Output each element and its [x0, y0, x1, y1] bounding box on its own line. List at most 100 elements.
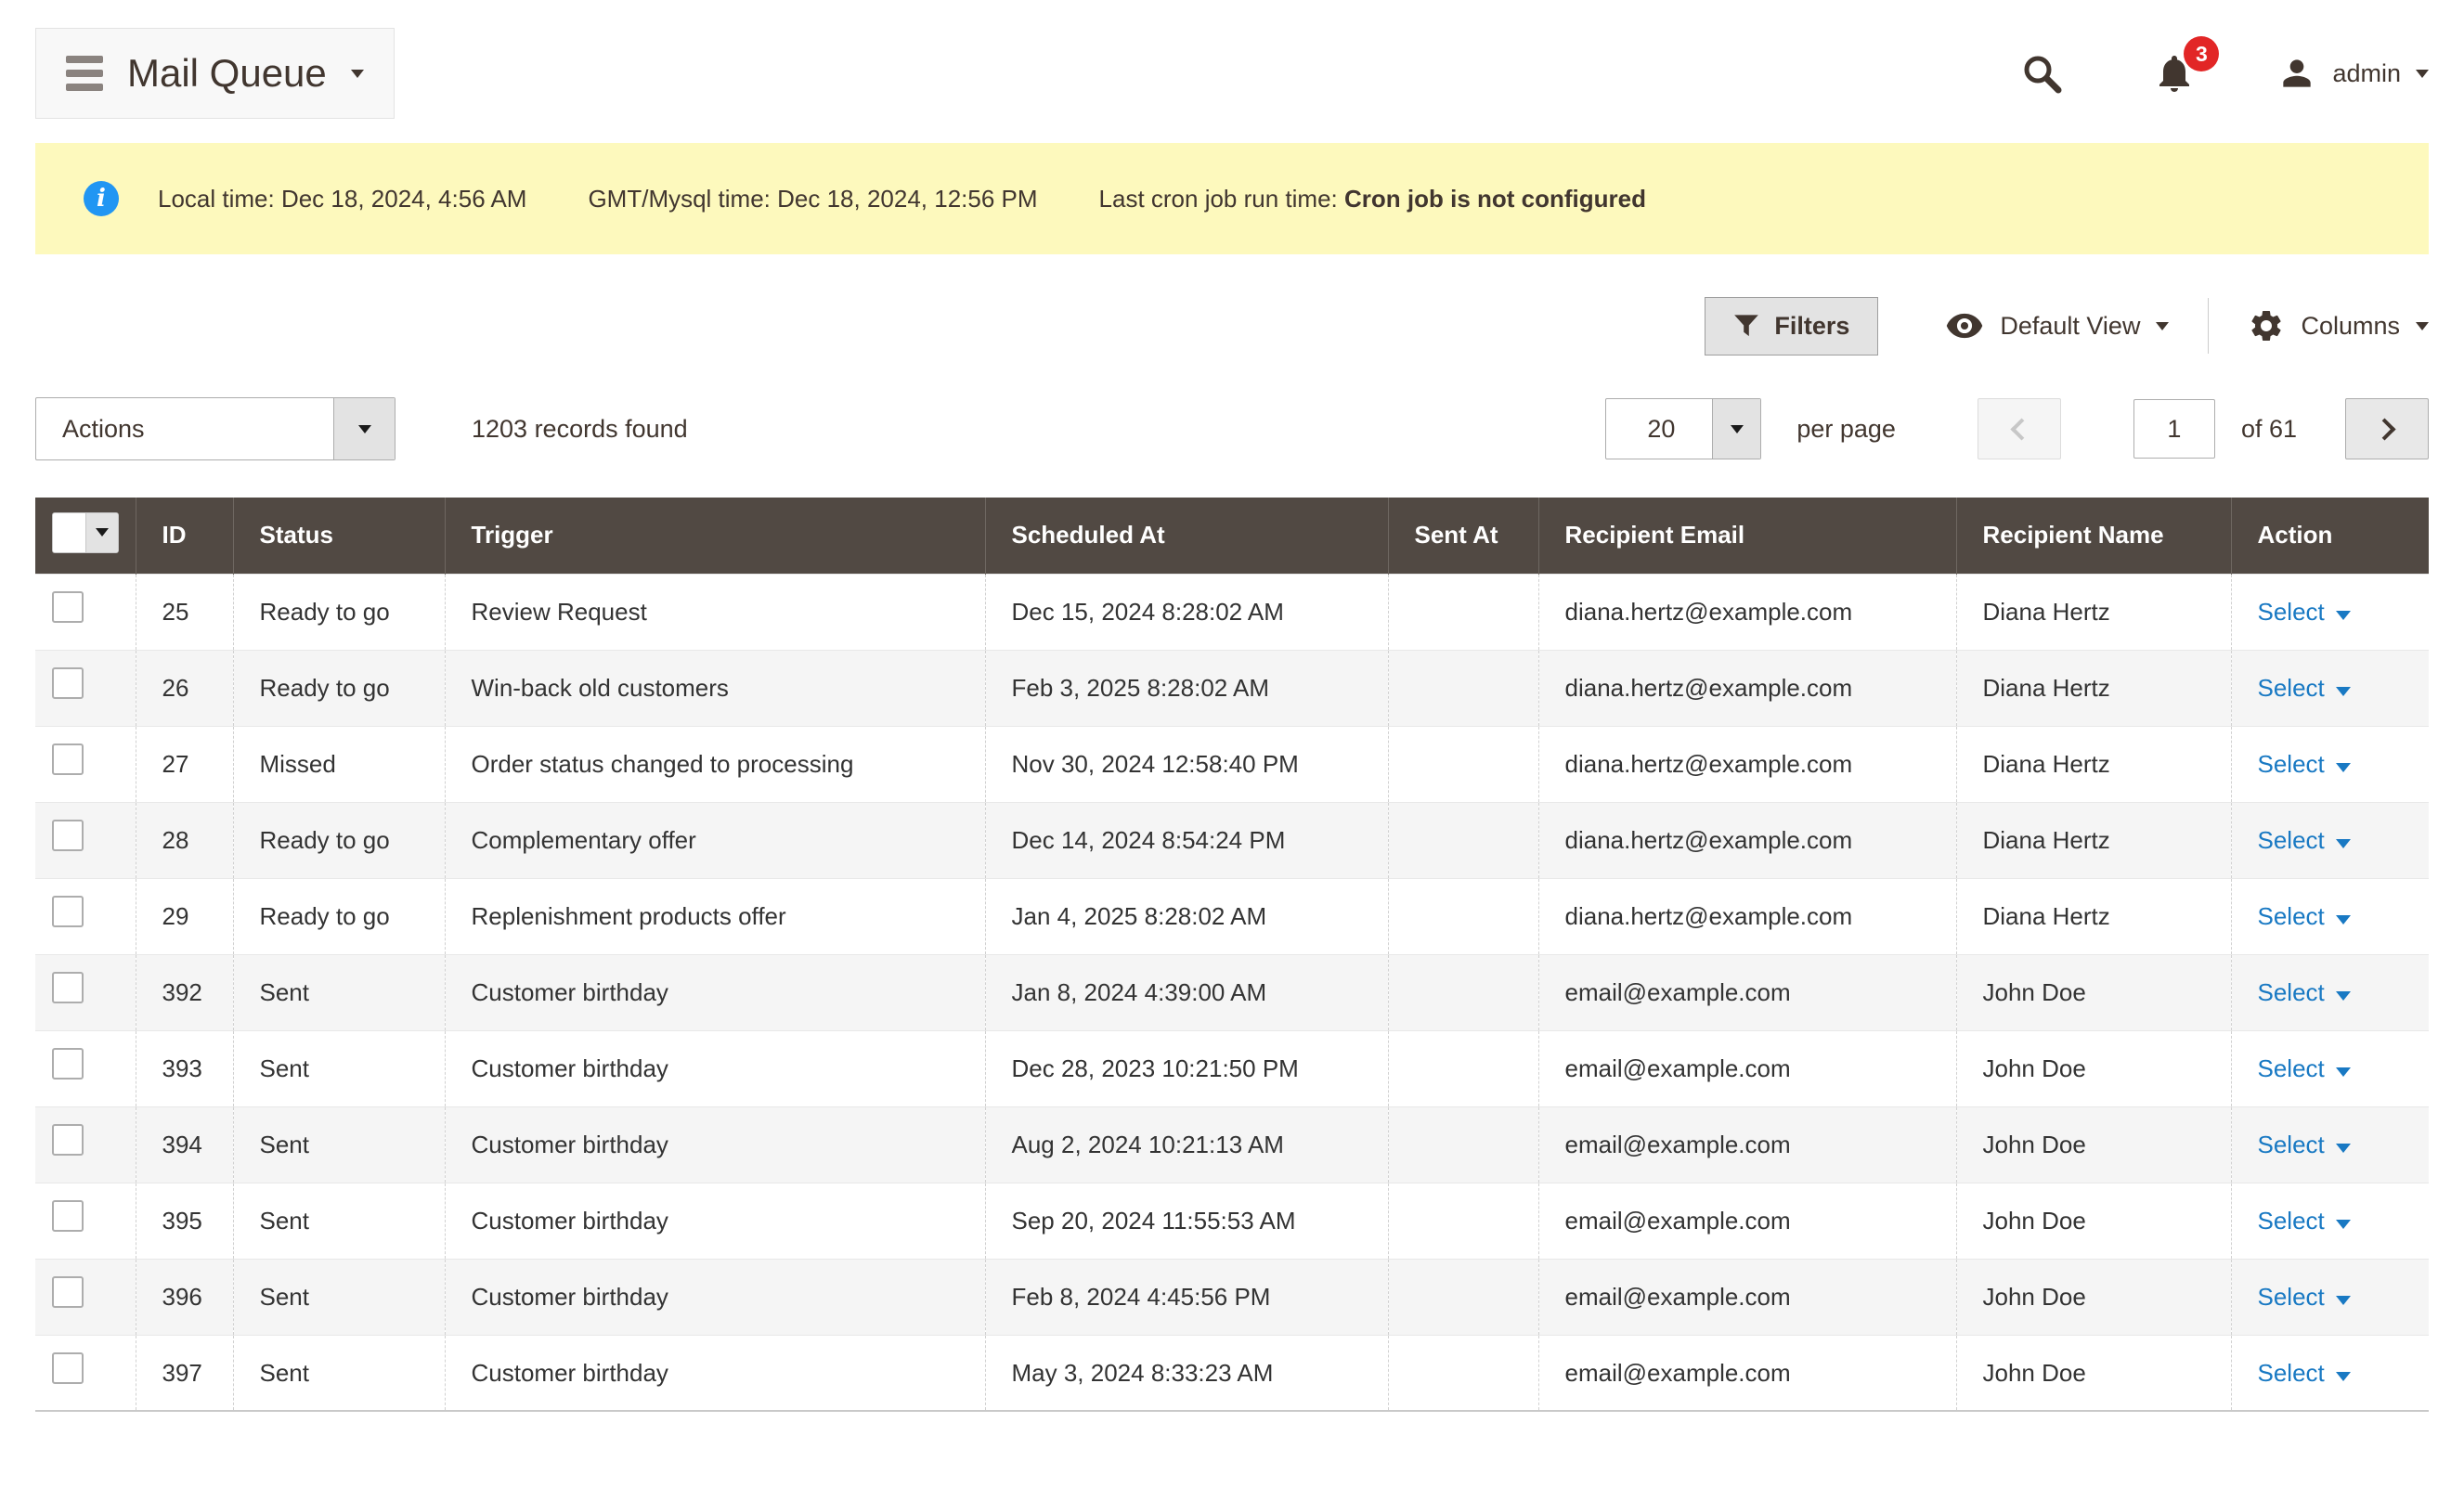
table-row: 26Ready to goWin-back old customersFeb 3…	[35, 650, 2429, 726]
cell-recipient-email: email@example.com	[1538, 1030, 1956, 1106]
per-page-dropdown[interactable]	[1712, 399, 1760, 459]
row-checkbox[interactable]	[52, 896, 84, 927]
row-checkbox[interactable]	[52, 1352, 84, 1384]
row-checkbox[interactable]	[52, 667, 84, 699]
cell-recipient-name: John Doe	[1956, 1335, 2231, 1411]
page-title-menu[interactable]: Mail Queue	[35, 28, 395, 119]
actions-select-dropdown[interactable]	[333, 398, 395, 459]
cell-scheduled-at: Feb 3, 2025 8:28:02 AM	[985, 650, 1388, 726]
columns-control[interactable]: Columns	[2248, 307, 2429, 344]
chevron-down-icon	[2336, 839, 2351, 848]
column-header-id[interactable]: ID	[136, 498, 233, 574]
row-checkbox[interactable]	[52, 744, 84, 775]
row-checkbox[interactable]	[52, 1124, 84, 1156]
row-checkbox-cell	[35, 954, 136, 1030]
chevron-down-icon	[2336, 1296, 2351, 1305]
cell-scheduled-at: Sep 20, 2024 11:55:53 AM	[985, 1183, 1388, 1259]
select-action-link[interactable]: Select	[2258, 826, 2325, 854]
cell-trigger: Customer birthday	[445, 954, 985, 1030]
cell-trigger: Customer birthday	[445, 1335, 985, 1411]
gmt-time-text: GMT/Mysql time: Dec 18, 2024, 12:56 PM	[588, 185, 1037, 213]
chevron-down-icon	[2336, 1220, 2351, 1229]
select-action-link[interactable]: Select	[2258, 1131, 2325, 1158]
select-action-link[interactable]: Select	[2258, 750, 2325, 778]
mail-queue-page: Mail Queue 3 admin	[0, 28, 2464, 1412]
chevron-down-icon	[2336, 915, 2351, 925]
cell-id: 394	[136, 1106, 233, 1183]
cell-scheduled-at: Nov 30, 2024 12:58:40 PM	[985, 726, 1388, 802]
cell-id: 395	[136, 1183, 233, 1259]
cell-scheduled-at: Aug 2, 2024 10:21:13 AM	[985, 1106, 1388, 1183]
select-action-link[interactable]: Select	[2258, 902, 2325, 930]
cell-status: Ready to go	[233, 650, 445, 726]
select-action-link[interactable]: Select	[2258, 674, 2325, 702]
cell-recipient-name: John Doe	[1956, 1106, 2231, 1183]
cell-recipient-email: email@example.com	[1538, 1183, 1956, 1259]
cell-recipient-name: Diana Hertz	[1956, 802, 2231, 878]
user-menu[interactable]: admin	[2276, 53, 2429, 94]
actions-select-value: Actions	[36, 398, 145, 459]
cell-trigger: Customer birthday	[445, 1030, 985, 1106]
cell-action: Select	[2231, 878, 2429, 954]
column-header-trigger[interactable]: Trigger	[445, 498, 985, 574]
column-header-recipient-name[interactable]: Recipient Name	[1956, 498, 2231, 574]
select-action-link[interactable]: Select	[2258, 978, 2325, 1006]
cell-sent-at	[1388, 650, 1538, 726]
filters-label: Filters	[1774, 312, 1849, 341]
select-all-checkbox[interactable]	[53, 513, 85, 552]
cell-status: Sent	[233, 1259, 445, 1335]
row-checkbox-cell	[35, 802, 136, 878]
row-checkbox[interactable]	[52, 1276, 84, 1308]
chevron-down-icon	[2336, 763, 2351, 772]
select-action-link[interactable]: Select	[2258, 1283, 2325, 1311]
cell-sent-at	[1388, 802, 1538, 878]
select-action-link[interactable]: Select	[2258, 598, 2325, 626]
cell-recipient-name: John Doe	[1956, 954, 2231, 1030]
chevron-down-icon	[2336, 991, 2351, 1001]
select-action-link[interactable]: Select	[2258, 1359, 2325, 1387]
select-all-dropdown[interactable]	[85, 513, 118, 552]
toolbar-divider	[2208, 298, 2209, 354]
view-switcher[interactable]: Default View	[1945, 306, 2169, 345]
cell-recipient-email: diana.hertz@example.com	[1538, 650, 1956, 726]
cell-recipient-email: email@example.com	[1538, 954, 1956, 1030]
next-page-button[interactable]	[2345, 398, 2429, 459]
grid-toolbar: Filters Default View Columns	[35, 295, 2429, 356]
row-checkbox[interactable]	[52, 820, 84, 851]
select-all-control[interactable]	[52, 512, 119, 553]
row-checkbox[interactable]	[52, 1048, 84, 1080]
row-checkbox[interactable]	[52, 1200, 84, 1232]
page-input[interactable]	[2133, 399, 2215, 459]
per-page-label: per page	[1796, 415, 1896, 444]
filter-funnel-icon	[1733, 313, 1759, 339]
cell-recipient-email: diana.hertz@example.com	[1538, 878, 1956, 954]
column-header-scheduled-at[interactable]: Scheduled At	[985, 498, 1388, 574]
column-header-recipient-email[interactable]: Recipient Email	[1538, 498, 1956, 574]
select-action-link[interactable]: Select	[2258, 1054, 2325, 1082]
topbar-icons: 3 admin	[2020, 51, 2429, 96]
notifications-bell-icon[interactable]: 3	[2152, 51, 2197, 96]
cell-status: Sent	[233, 1106, 445, 1183]
search-icon[interactable]	[2020, 52, 2063, 95]
column-header-sent-at[interactable]: Sent At	[1388, 498, 1538, 574]
table-row: 25Ready to goReview RequestDec 15, 2024 …	[35, 574, 2429, 650]
cell-status: Sent	[233, 1183, 445, 1259]
cell-status: Ready to go	[233, 878, 445, 954]
cell-recipient-name: Diana Hertz	[1956, 878, 2231, 954]
row-checkbox[interactable]	[52, 591, 84, 623]
row-checkbox[interactable]	[52, 972, 84, 1003]
column-header-status[interactable]: Status	[233, 498, 445, 574]
cell-status: Ready to go	[233, 574, 445, 650]
chevron-left-icon	[2011, 418, 2033, 440]
filters-button[interactable]: Filters	[1705, 297, 1878, 356]
hamburger-menu-icon[interactable]	[66, 56, 103, 91]
actions-select[interactable]: Actions	[35, 397, 396, 460]
cell-sent-at	[1388, 726, 1538, 802]
per-page-select[interactable]: 20	[1605, 398, 1761, 459]
cell-trigger: Order status changed to processing	[445, 726, 985, 802]
table-row: 28Ready to goComplementary offerDec 14, …	[35, 802, 2429, 878]
cell-id: 396	[136, 1259, 233, 1335]
chevron-down-icon	[2336, 1144, 2351, 1153]
previous-page-button[interactable]	[1978, 398, 2061, 459]
select-action-link[interactable]: Select	[2258, 1207, 2325, 1235]
